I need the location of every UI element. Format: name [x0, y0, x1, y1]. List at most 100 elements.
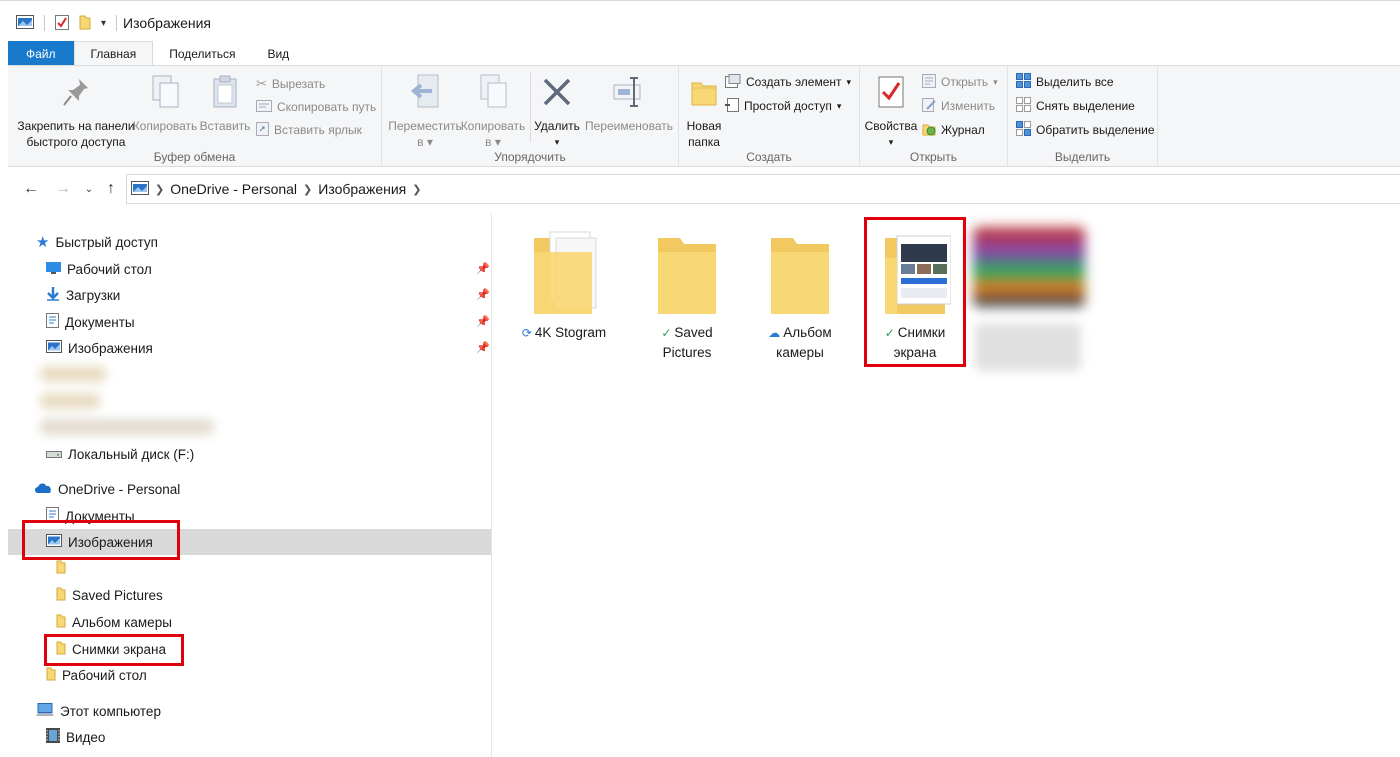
invert-selection-icon	[1016, 121, 1031, 139]
nav-od-saved-pictures[interactable]: Saved Pictures	[56, 582, 163, 608]
copy-button[interactable]: Копировать	[132, 72, 198, 134]
folder-name-line2: Pictures	[662, 345, 712, 360]
nav-qa-downloads-label: Загрузки	[66, 287, 121, 303]
pin-icon[interactable]: 📌	[476, 315, 490, 328]
paste-button[interactable]: Вставить	[200, 72, 250, 134]
redacted-file-thumbnail	[973, 227, 1085, 307]
easy-access-icon	[725, 97, 739, 115]
paste-label: Вставить	[199, 119, 251, 133]
organize-group: Переместить в ▾ Копировать в ▾ Удалить ▾	[382, 66, 679, 166]
up-arrow-icon[interactable]: ↑	[100, 178, 122, 200]
download-arrow-icon	[46, 286, 60, 304]
delete-label: Удалить	[534, 119, 580, 133]
paste-shortcut-button[interactable]: Вставить ярлык	[256, 120, 362, 140]
nav-qa-desktop[interactable]: Рабочий стол	[46, 256, 152, 282]
open-button[interactable]: Открыть ▾	[922, 72, 998, 92]
select-none-button[interactable]: Снять выделение	[1016, 96, 1135, 116]
edit-icon	[922, 97, 936, 115]
window-icon[interactable]	[16, 14, 34, 32]
nav-od-camera-roll-label: Альбом камеры	[72, 614, 172, 630]
sync-icon: ⟳	[521, 326, 532, 340]
nav-video[interactable]: Видео	[46, 724, 105, 750]
folder-icon	[637, 223, 737, 323]
nav-od-camera-roll[interactable]: Альбом камеры	[56, 609, 172, 635]
explorer-window: ▾ Изображения Файл Главная Поделиться Ви…	[0, 0, 1400, 757]
forward-arrow-icon[interactable]: →	[52, 178, 74, 200]
copy-path-label: Скопировать путь	[277, 100, 377, 114]
new-item-label: Создать элемент	[746, 75, 842, 89]
nav-local-disk[interactable]: Локальный диск (F:)	[46, 441, 194, 467]
easy-access-button[interactable]: Простой доступ ▾	[725, 96, 841, 116]
pin-icon[interactable]: 📌	[476, 288, 490, 301]
select-all-button[interactable]: Выделить все	[1016, 72, 1114, 92]
pin-icon	[62, 72, 90, 112]
pin-icon[interactable]: 📌	[476, 262, 490, 275]
tab-file[interactable]: Файл	[8, 41, 74, 66]
nav-qa-documents[interactable]: Документы	[46, 309, 135, 335]
invert-selection-button[interactable]: Обратить выделение	[1016, 120, 1155, 140]
rename-label: Переименовать	[585, 119, 673, 133]
folder-with-files-icon	[514, 223, 614, 323]
copy-path-button[interactable]: Скопировать путь	[256, 97, 376, 117]
folder-name-line1: Saved	[674, 325, 713, 340]
folder-name-line1: 4K Stogram	[534, 325, 607, 340]
move-to-label-line1: Переместить	[388, 119, 462, 133]
folder-name-line1: Альбом	[783, 325, 832, 340]
folder-name-line2: камеры	[776, 345, 824, 360]
nav-onedrive[interactable]: OneDrive - Personal	[34, 476, 180, 502]
breadcrumb-chevron-icon[interactable]: ❯	[155, 183, 164, 196]
breadcrumb-chevron-icon[interactable]: ❯	[303, 183, 312, 196]
address-bar[interactable]: ❯ OneDrive - Personal ❯ Изображения ❯	[126, 174, 1400, 204]
edit-button[interactable]: Изменить	[922, 96, 995, 116]
tab-view[interactable]: Вид	[251, 41, 305, 66]
nav-qa-documents-label: Документы	[65, 314, 135, 330]
nav-qa-downloads[interactable]: Загрузки	[46, 282, 120, 308]
breadcrumb-onedrive[interactable]: OneDrive - Personal	[170, 181, 297, 197]
pin-icon[interactable]: 📌	[476, 341, 490, 354]
quick-access-toolbar: ▾	[16, 14, 118, 33]
document-icon	[46, 313, 59, 331]
nav-this-pc[interactable]: Этот компьютер	[36, 698, 161, 724]
properties-qa-icon[interactable]	[55, 14, 69, 33]
rename-button[interactable]: Переименовать	[584, 72, 674, 134]
paste-shortcut-label: Вставить ярлык	[274, 123, 362, 137]
nav-quick-access-label: Быстрый доступ	[55, 234, 158, 250]
nav-qa-pictures[interactable]: Изображения	[46, 335, 153, 361]
organize-group-label: Упорядочить	[494, 150, 566, 164]
new-folder-qa-icon[interactable]	[79, 14, 91, 33]
nav-quick-access[interactable]: ★ Быстрый доступ	[36, 229, 158, 255]
delete-button[interactable]: Удалить ▾	[530, 72, 584, 150]
move-to-button[interactable]: Переместить в ▾	[384, 72, 466, 150]
open-group-label: Открыть	[909, 150, 958, 164]
new-folder-label-line1: Новая	[686, 119, 722, 133]
back-arrow-icon[interactable]: ←	[20, 178, 42, 200]
folder-item[interactable]: ⟳ 4K Stogram	[514, 223, 614, 343]
tab-home[interactable]: Главная	[73, 41, 154, 66]
folder-item[interactable]: ✓ Saved Pictures	[637, 223, 737, 362]
customize-qa-icon[interactable]: ▾	[101, 18, 106, 29]
pin-quick-access-button[interactable]: Закрепить на панели быстрого доступа	[16, 72, 136, 150]
window-title: Изображения	[123, 15, 212, 31]
copy-label: Копировать	[132, 119, 198, 133]
folder-icon	[46, 667, 56, 684]
copy-to-label-line1: Копировать	[460, 119, 526, 133]
title-bar: ▾ Изображения	[0, 7, 1400, 39]
history-label: Журнал	[941, 123, 985, 137]
copy-to-button[interactable]: Копировать в ▾	[456, 72, 530, 150]
new-item-button[interactable]: Создать элемент ▾	[725, 72, 851, 92]
redacted-file-name	[975, 323, 1081, 371]
recent-locations-chevron-icon[interactable]: ⌄	[78, 178, 100, 200]
cut-button[interactable]: ✂ Вырезать	[256, 74, 325, 94]
new-folder-button[interactable]: Новая папка	[683, 72, 725, 150]
desktop-icon	[46, 261, 61, 277]
tab-share[interactable]: Поделиться	[153, 41, 251, 66]
toolbar-separator	[116, 15, 118, 31]
breadcrumb-chevron-icon[interactable]: ❯	[412, 183, 421, 196]
create-group: Новая папка Создать элемент ▾ Простой до…	[679, 66, 860, 166]
new-item-icon	[725, 73, 741, 91]
folder-item[interactable]: ☁ Альбом камеры	[750, 223, 850, 362]
breadcrumb-pictures[interactable]: Изображения	[318, 181, 406, 197]
nav-this-pc-label: Этот компьютер	[60, 703, 161, 719]
properties-button[interactable]: Свойства ▾	[864, 72, 918, 150]
history-button[interactable]: Журнал	[922, 120, 985, 140]
